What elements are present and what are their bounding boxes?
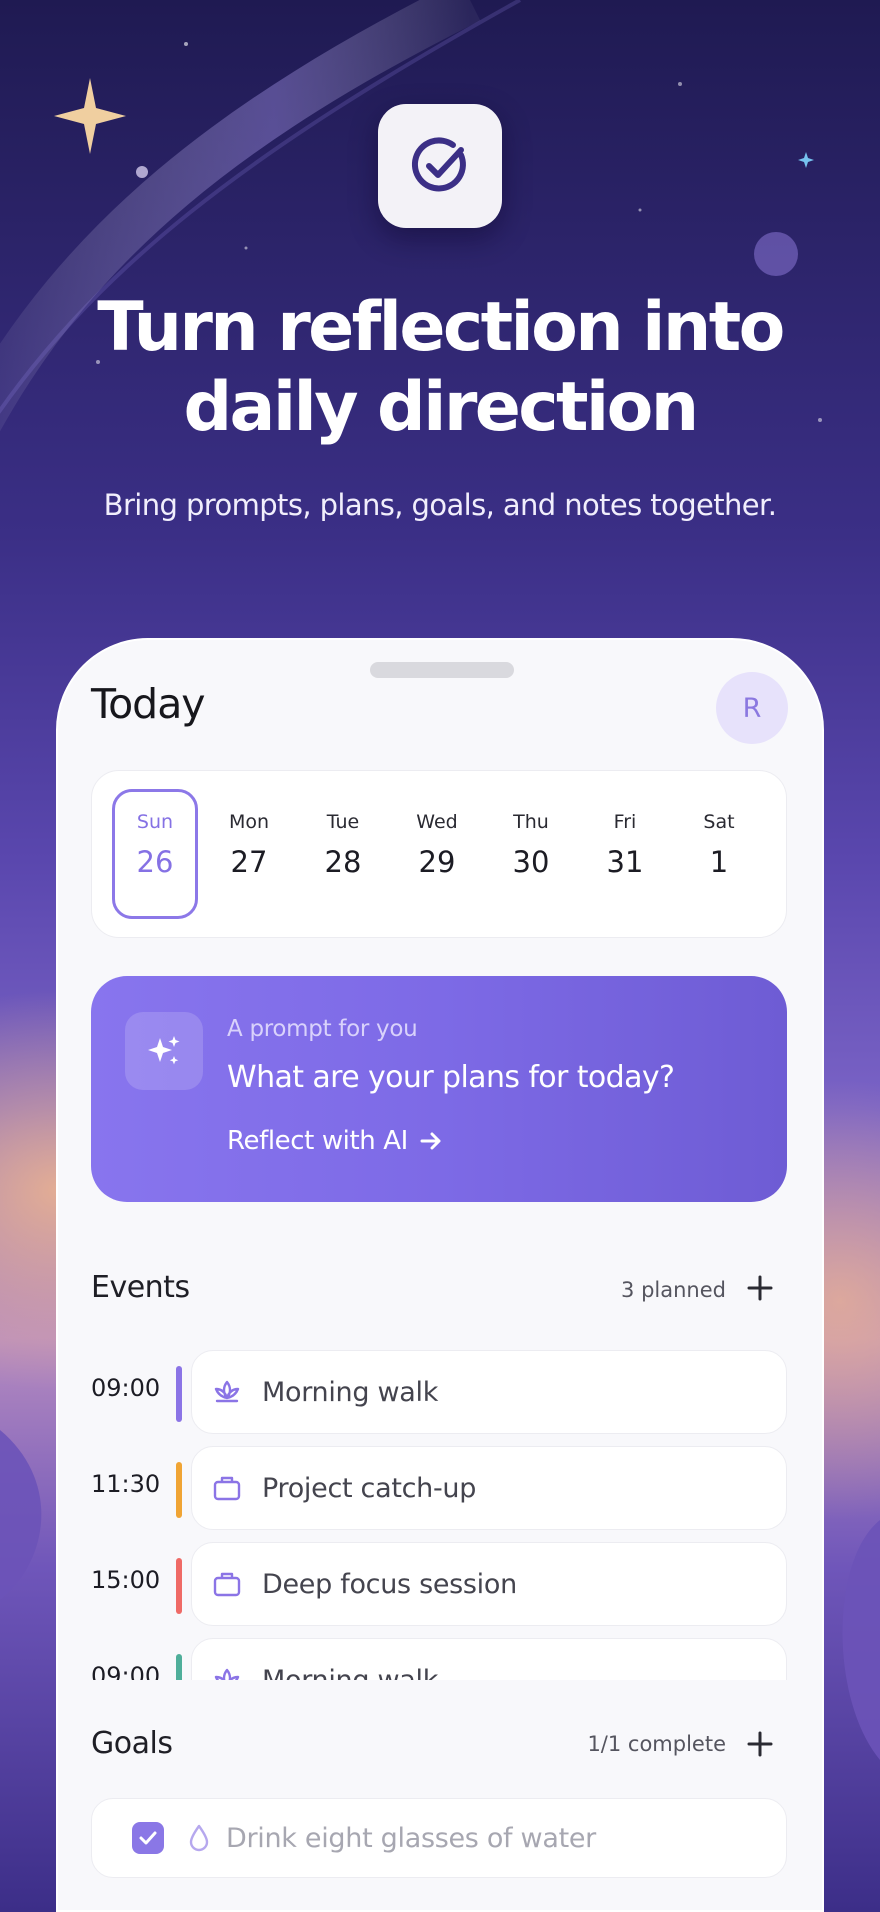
day-number: 27: [230, 845, 268, 879]
day-mon[interactable]: Mon 27: [206, 789, 292, 919]
prompt-label: A prompt for you: [227, 1016, 418, 1042]
reflect-with-ai-button[interactable]: Reflect with AI: [227, 1126, 444, 1156]
page-title: Today: [91, 680, 206, 728]
goals-count: 1/1 complete: [587, 1732, 726, 1756]
event-time: 09:00: [91, 1374, 161, 1402]
headline-line-2: daily direction: [183, 368, 699, 447]
day-number: 29: [418, 845, 456, 879]
sparkles-icon: [148, 1036, 180, 1065]
prompt-question: What are your plans for today?: [227, 1060, 675, 1095]
app-logo: [378, 104, 502, 228]
event-card-morning-walk[interactable]: Morning walk: [191, 1350, 787, 1434]
lotus-icon: [210, 1375, 244, 1409]
avatar[interactable]: R: [716, 672, 788, 744]
hero-headline: Turn reflection into daily direction: [0, 288, 880, 448]
event-color-bar: [176, 1558, 182, 1614]
goal-item[interactable]: Drink eight glasses of water: [91, 1798, 787, 1878]
day-number: 28: [324, 845, 362, 879]
hero-subhead: Bring prompts, plans, goals, and notes t…: [103, 488, 777, 522]
events-count: 3 planned: [621, 1278, 726, 1302]
prompt-card[interactable]: A prompt for you What are your plans for…: [91, 976, 787, 1202]
headline-line-1: Turn reflection into: [97, 288, 785, 367]
arrow-right-icon: [420, 1132, 441, 1150]
drag-handle: [370, 662, 514, 678]
lotus-icon: [210, 1663, 244, 1680]
event-card-project-catch-up[interactable]: Project catch-up: [191, 1446, 787, 1530]
day-number: 26: [136, 845, 174, 879]
day-name: Sun: [136, 811, 174, 833]
day-number: 30: [512, 845, 550, 879]
day-number: 31: [606, 845, 644, 879]
events-title: Events: [91, 1270, 190, 1305]
day-sat[interactable]: Sat 1: [676, 789, 762, 919]
day-tue[interactable]: Tue 28: [300, 789, 386, 919]
event-time: 11:30: [91, 1470, 161, 1498]
add-event-button[interactable]: [740, 1268, 780, 1308]
day-name: Mon: [228, 811, 270, 833]
plus-icon: [747, 1731, 773, 1757]
goal-title: Drink eight glasses of water: [226, 1822, 596, 1854]
event-card-morning-walk-2[interactable]: Morning walk: [191, 1638, 787, 1680]
add-goal-button[interactable]: [740, 1724, 780, 1764]
plus-icon: [747, 1275, 773, 1301]
event-card-deep-focus-session[interactable]: Deep focus session: [191, 1542, 787, 1626]
reflect-label: Reflect with AI: [227, 1126, 408, 1156]
check-circle-icon: [411, 137, 466, 192]
day-thu[interactable]: Thu 30: [488, 789, 574, 919]
checkmark-icon: [139, 1831, 157, 1845]
day-sun[interactable]: Sun 26: [112, 789, 198, 919]
event-color-bar: [176, 1654, 182, 1680]
briefcase-icon: [210, 1567, 244, 1601]
promo-screen: Turn reflection into daily direction Bri…: [0, 0, 880, 1912]
sparkle-star-icon: [54, 78, 126, 154]
event-time: 09:00: [91, 1662, 161, 1680]
week-strip: Sun 26 Mon 27 Tue 28 Wed 29 Thu 30 Fri 3…: [91, 770, 787, 938]
day-wed[interactable]: Wed 29: [394, 789, 480, 919]
goal-checkbox[interactable]: [132, 1822, 164, 1854]
event-title: Morning walk: [262, 1376, 439, 1408]
event-color-bar: [176, 1366, 182, 1422]
water-drop-icon: [189, 1824, 209, 1852]
event-title: Deep focus session: [262, 1568, 517, 1600]
event-title: Morning walk: [262, 1664, 439, 1681]
goals-title: Goals: [91, 1726, 173, 1761]
event-color-bar: [176, 1462, 182, 1518]
phone-screen: Today R Sun 26 Mon 27 Tue 28 Wed 29 Thu …: [56, 638, 824, 1912]
event-time: 15:00: [91, 1566, 161, 1594]
briefcase-icon: [210, 1471, 244, 1505]
day-name: Thu: [513, 811, 549, 833]
day-name: Tue: [326, 811, 360, 833]
event-title: Project catch-up: [262, 1472, 477, 1504]
day-name: Sat: [703, 811, 735, 833]
day-name: Wed: [416, 811, 458, 833]
events-list: 09:00 Morning walk 11:30 Project catch-u…: [58, 1340, 822, 1680]
day-number: 1: [709, 845, 729, 879]
day-fri[interactable]: Fri 31: [582, 789, 668, 919]
day-name: Fri: [613, 811, 637, 833]
sparkles-badge: [125, 1012, 203, 1090]
